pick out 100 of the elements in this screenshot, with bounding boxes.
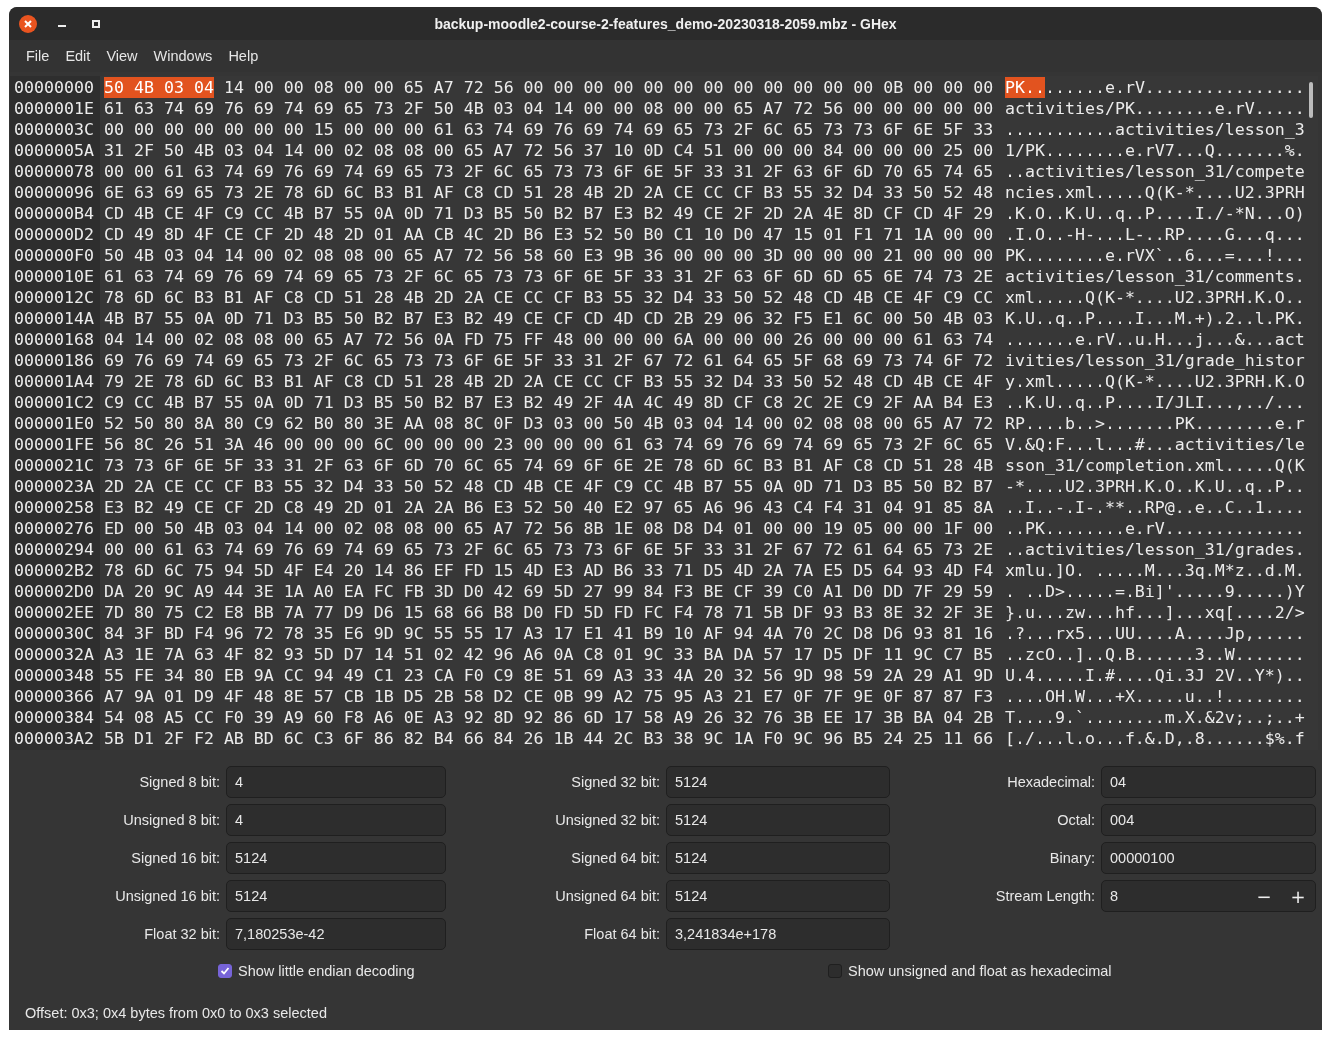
hex-bytes[interactable]: 00 00 61 63 74 69 76 69 74 69 65 73 2F 6C 65 73 73 6F 6E 5F 33 31 2F 63 6F 6D 70 65 74 65 — [104, 161, 994, 182]
hex-bytes[interactable]: C9 CC 4B B7 55 0A 0D 71 D3 B5 50 B2 B7 E3 B2 49 2F 4A 4C 49 8D CF C8 2C 2E C9 2F AA B4 E3 — [104, 392, 994, 413]
number-field[interactable]: 8 − + — [1101, 880, 1316, 912]
hex-bytes[interactable]: 5B D1 2F F2 AB BD 6C C3 6F 86 82 B4 66 84 26 1B 44 2C B3 38 9C 1A F0 9C 96 B5 24 25 11 66 — [104, 728, 994, 749]
hex-bytes[interactable]: 2D 2A CE CC CF B3 55 32 D4 33 50 52 48 CD 4B CE 4F C9 CC 4B B7 55 0A 0D 71 D3 B5 50 B2 B7 — [104, 476, 994, 497]
input-field[interactable]: 5124 — [666, 880, 890, 912]
ascii-text[interactable]: y.xml.....Q(K-*....U2.3PRH.K.O — [1005, 371, 1305, 392]
menu-item[interactable]: File — [18, 45, 58, 67]
hex-bytes[interactable]: A3 1E 7A 63 4F 82 93 5D D7 14 51 02 42 96 A6 0A C8 01 9C 33 BA DA 57 17 D5 DF 11 9C C7 B5 — [104, 644, 994, 665]
ascii-text[interactable]: T....9.`........m.X.&2v;..;..+ — [1005, 707, 1305, 728]
ascii-text[interactable]: .K.O..K.U..q..P....I./-*N...O) — [1005, 203, 1305, 224]
maximize-icon — [92, 20, 100, 28]
hex-bytes[interactable]: 55 FE 34 80 EB 9A CC 94 49 C1 23 CA F0 C9 8E 51 69 A3 33 4A 20 32 56 9D 98 59 2A 29 A1 9D — [104, 665, 994, 686]
hex-bytes[interactable]: 52 50 80 8A 80 C9 62 B0 80 3E AA 08 8C 0F D3 03 00 50 4B 03 04 14 00 02 08 08 00 65 A7 72 — [104, 413, 994, 434]
hex-bytes[interactable]: 6E 63 69 65 73 2E 78 6D 6C B3 B1 AF C8 CD 51 28 4B 2D 2A CE CC CF B3 55 32 D4 33 50 52 48 — [104, 182, 994, 203]
ascii-text[interactable]: .I.O..-H-...L-..RP....G...q... — [1005, 224, 1305, 245]
hex-bytes[interactable]: 73 73 6F 6E 5F 33 31 2F 63 6F 6D 70 6C 65 74 69 6F 6E 2E 78 6D 6C B3 B1 AF C8 CD 51 28 4B — [104, 455, 994, 476]
hex-bytes[interactable]: 4B B7 55 0A 0D 71 D3 B5 50 B2 B7 E3 B2 49 CE CF CD 4D CD 2B 29 06 32 F5 E1 6C 00 50 4B 03 — [104, 308, 994, 329]
input-field[interactable]: 5124 — [226, 880, 446, 912]
hex-bytes[interactable]: CD 49 8D 4F CE CF 2D 48 2D 01 AA CB 4C 2D B6 E3 52 50 B0 C1 10 D0 47 15 01 F1 71 1A 00 00 — [104, 224, 994, 245]
hex-bytes[interactable]: 78 6D 6C B3 B1 AF C8 CD 51 28 4B 2D 2A CE CC CF B3 55 32 D4 33 50 52 48 CD 4B CE 4F C9 CC — [104, 287, 994, 308]
ascii-text[interactable]: RP....b..>.......PK........e.r — [1005, 413, 1305, 434]
hex-bytes[interactable]: ED 00 50 4B 03 04 14 00 02 08 08 00 65 A7 72 56 8B 1E 08 D8 D4 01 00 00 19 05 00 00 1F 00 — [104, 518, 994, 539]
input-field[interactable]: 3,241834e+178 — [666, 918, 890, 950]
menu-item[interactable]: Edit — [57, 45, 99, 67]
ascii-text[interactable]: ..activities/lesson_31/compete — [1005, 161, 1305, 182]
hex-bytes[interactable]: 61 63 74 69 76 69 74 69 65 73 2F 50 4B 03 04 14 00 00 08 00 00 65 A7 72 56 00 00 00 00 00 — [104, 98, 994, 119]
input-field[interactable]: 00000100 — [1101, 842, 1316, 874]
hex-bytes[interactable]: 78 6D 6C 75 94 5D 4F E4 20 14 86 EF FD 15 4D E3 AD B6 33 71 D5 4D 2A 7A E5 D5 64 93 4D F4 — [104, 560, 994, 581]
ascii-text[interactable]: ivities/lesson_31/grade_histor — [1005, 350, 1305, 371]
hex-bytes[interactable]: 54 08 A5 CC F0 39 A9 60 F8 A6 0E A3 92 8D 92 86 6D 17 58 A9 26 32 76 3B EE 17 3B BA 04 2B — [104, 707, 994, 728]
menu-item[interactable]: View — [98, 45, 146, 67]
hex-bytes[interactable]: 14 00 00 08 00 00 65 A7 72 56 00 00 00 00 00 00 00 00 00 00 00 00 0B 00 00 00 — [223, 77, 994, 98]
ascii-text[interactable]: sson_31/completion.xml.....Q(K — [1005, 455, 1305, 476]
ascii-text[interactable]: V.&Q:F...l...#...activities/le — [1005, 434, 1305, 455]
hex-bytes[interactable]: 69 76 69 74 69 65 73 2F 6C 65 73 73 6F 6E 5F 33 31 2F 67 72 61 64 65 5F 68 69 73 74 6F 72 — [104, 350, 994, 371]
ascii-text[interactable]: ...........activities/lesson_3 — [1005, 119, 1305, 140]
field-label: Unsigned 32 bit: — [555, 812, 660, 828]
input-field[interactable]: 7,180253e-42 — [226, 918, 446, 950]
ascii-text[interactable]: ncies.xml.....Q(K-*....U2.3PRH — [1005, 182, 1305, 203]
selected-ascii-text[interactable]: PK.. — [1005, 77, 1045, 98]
field-label: Unsigned 64 bit: — [555, 888, 660, 904]
ascii-text[interactable]: activities/PK........e.rV..... — [1005, 98, 1305, 119]
hex-bytes[interactable]: DA 20 9C A9 44 3E 1A A0 EA FC FB 3D D0 42 69 5D 27 99 84 F3 BE CF 39 C0 A1 D0 DD 7F 29 59 — [104, 581, 994, 602]
field-label: Signed 8 bit: — [139, 774, 220, 790]
input-field[interactable]: 4 — [226, 804, 446, 836]
ascii-text[interactable]: activities/lesson_31/comments. — [1005, 266, 1305, 287]
hex-bytes[interactable]: 00 00 00 00 00 00 00 15 00 00 00 61 63 74 69 76 69 74 69 65 73 2F 6C 65 73 73 6F 6E 5F 33 — [104, 119, 994, 140]
ascii-text[interactable]: .?...rx5...UU....A....Jp,..... — [1005, 623, 1305, 644]
checkbox-label[interactable]: Show unsigned and float as hexadecimal — [848, 963, 1112, 979]
field-label: Float 64 bit: — [584, 926, 660, 942]
increment-button[interactable]: + — [1281, 881, 1315, 911]
decrement-button[interactable]: − — [1247, 881, 1281, 911]
checkbox-label[interactable]: Show little endian decoding — [238, 963, 415, 979]
ascii-text[interactable]: 1/PK........e.rV7...Q.......%. — [1005, 140, 1305, 161]
ascii-text[interactable]: K.U..q..P....I...M.+).2..l.PK. — [1005, 308, 1305, 329]
ascii-text[interactable]: ..PK........e.rV.............. — [1005, 518, 1305, 539]
hex-bytes[interactable]: A7 9A 01 D9 4F 48 8E 57 CB 1B D5 2B 58 D2 CE 0B 99 A2 75 95 A3 21 E7 0F 7F 9E 0F 87 87 F3 — [104, 686, 994, 707]
hex-bytes[interactable]: 04 14 00 02 08 08 00 65 A7 72 56 0A FD 75 FF 48 00 00 00 6A 00 00 00 26 00 00 00 61 63 74 — [104, 329, 994, 350]
ascii-text[interactable]: xml.....Q(K-*....U2.3PRH.K.O.. — [1005, 287, 1305, 308]
close-button[interactable] — [18, 14, 38, 34]
hex-bytes[interactable]: 84 3F BD F4 96 72 78 35 E6 9D 9C 55 55 17 A3 17 E1 41 B9 10 AF 94 4A 70 2C D8 D6 93 81 16 — [104, 623, 994, 644]
ascii-text[interactable]: ..activities/lesson_31/grades. — [1005, 539, 1305, 560]
hex-bytes[interactable]: 61 63 74 69 76 69 74 69 65 73 2F 6C 65 73 73 6F 6E 5F 33 31 2F 63 6F 6D 6D 65 6E 74 73 2E — [104, 266, 994, 287]
ascii-text[interactable]: }.u...zw...hf...]...xq[....2/> — [1005, 602, 1305, 623]
field-label: Unsigned 8 bit: — [123, 812, 220, 828]
input-field[interactable]: 5124 — [666, 804, 890, 836]
ascii-text[interactable]: ..I..-.I-.**..RP@..e..C..1.... — [1005, 497, 1305, 518]
ascii-text[interactable]: . ..D>.....=.Bi]'.....9.....)Y — [1005, 581, 1305, 602]
hex-bytes[interactable]: 79 2E 78 6D 6C B3 B1 AF C8 CD 51 28 4B 2D 2A CE CC CF B3 55 32 D4 33 50 52 48 CD 4B CE 4F — [104, 371, 994, 392]
hex-bytes[interactable]: 31 2F 50 4B 03 04 14 00 02 08 08 00 65 A7 72 56 37 10 0D C4 51 00 00 00 84 00 00 00 25 00 — [104, 140, 994, 161]
hex-bytes[interactable]: 7D 80 75 C2 E8 BB 7A 77 D9 D6 15 68 66 B8 D0 FD 5D FD FC F4 78 71 5B DF 93 B3 8E 32 2F 3E — [104, 602, 994, 623]
input-field[interactable]: 004 — [1101, 804, 1316, 836]
ascii-text[interactable]: .......e.rV..u.H...j...&...act — [1005, 329, 1305, 350]
ascii-text[interactable]: ..zcO..]..Q.B......3..W....... — [1005, 644, 1305, 665]
ascii-text[interactable]: -*....U2.3PRH.K.O..K.U..q..P.. — [1005, 476, 1305, 497]
selected-hex-bytes[interactable]: 50 4B 03 04 — [104, 77, 214, 98]
ascii-text[interactable]: xmlu.]O. .....M...3q.M*z..d.M. — [1005, 560, 1305, 581]
hex-bytes[interactable]: 50 4B 03 04 14 00 02 08 08 00 65 A7 72 56 58 60 E3 9B 36 00 00 00 3D 00 00 00 21 00 00 00 — [104, 245, 994, 266]
menu-item[interactable]: Help — [220, 45, 267, 67]
ascii-text[interactable]: ....OH.W...+X.....u..!........ — [1005, 686, 1305, 707]
scrollbar[interactable] — [1309, 82, 1313, 118]
field-label: Octal: — [1057, 812, 1095, 828]
ascii-text[interactable]: [./...l.o...f.&.D,.8......$%.f — [1005, 728, 1305, 749]
field-label: Signed 16 bit: — [131, 850, 220, 866]
input-field[interactable]: 04 — [1101, 766, 1316, 798]
checkbox[interactable] — [218, 964, 232, 978]
input-field[interactable]: 5124 — [666, 766, 890, 798]
hex-bytes[interactable]: E3 B2 49 CE CF 2D C8 49 2D 01 2A 2A B6 E3 52 50 40 E2 97 65 A6 96 43 C4 F4 31 04 91 85 8A — [104, 497, 994, 518]
ascii-text[interactable]: ..K.U..q..P....I/JLI...,../... — [1005, 392, 1305, 413]
hex-bytes[interactable]: 56 8C 26 51 3A 46 00 00 00 6C 00 00 00 23 00 00 00 61 63 74 69 76 69 74 69 65 73 2F 6C 65 — [104, 434, 994, 455]
input-field[interactable]: 5124 — [226, 842, 446, 874]
menu-item[interactable]: Windows — [145, 45, 221, 67]
input-field[interactable]: 5124 — [666, 842, 890, 874]
hex-bytes[interactable]: 00 00 61 63 74 69 76 69 74 69 65 73 2F 6C 65 73 73 6F 6E 5F 33 31 2F 67 72 61 64 65 73 2E — [104, 539, 994, 560]
hex-bytes[interactable]: CD 4B CE 4F C9 CC 4B B7 55 0A 0D 71 D3 B5 50 B2 B7 E3 B2 49 CE 2F 2D 2A 4E 8D CF CD 4F 29 — [104, 203, 994, 224]
ascii-text[interactable]: U.4.....I.#....Qi.3J 2V..Y*).. — [1005, 665, 1305, 686]
ascii-text[interactable]: ......e.rV................ — [1044, 77, 1305, 98]
ascii-text[interactable]: PK........e.rVX`..6...=...!... — [1005, 245, 1305, 266]
input-field[interactable]: 4 — [226, 766, 446, 798]
